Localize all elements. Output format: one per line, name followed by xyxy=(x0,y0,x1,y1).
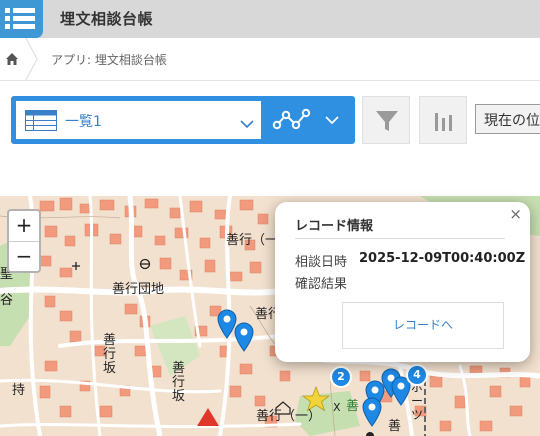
cluster-count: 2 xyxy=(337,370,345,383)
confirmation-result-label: 確認結果 xyxy=(295,277,348,292)
breadcrumb-app-link[interactable]: アプリ: 埋文相談台帳 xyxy=(51,51,167,68)
consultation-datetime-value: 2025-12-09T00:40:00Z xyxy=(359,251,526,266)
zoom-in-button[interactable]: + xyxy=(9,211,39,242)
app-title: 埋文相談台帳 xyxy=(60,10,154,28)
consultation-datetime-label: 相談日時 xyxy=(295,255,348,270)
map-label-zenko-danchi: 善行団地 xyxy=(112,282,165,297)
graph-view-menu[interactable] xyxy=(266,101,348,139)
popup-title: レコード情報 xyxy=(295,219,374,234)
view-switcher: 一覧1 xyxy=(11,96,355,144)
filter-button[interactable] xyxy=(362,96,410,144)
map-label-zenko-bottom: 善行（一） xyxy=(256,409,322,424)
close-icon[interactable]: × xyxy=(509,205,522,223)
map-cluster-marker-2[interactable]: 4 xyxy=(406,364,428,386)
go-to-record-button[interactable]: レコードへ xyxy=(342,302,504,349)
cluster-count: 4 xyxy=(413,368,421,381)
map-label-zenko-lower-right: 善 xyxy=(388,419,402,434)
map-label-zenko-zaka-b: 善行坂 xyxy=(172,361,186,404)
map-marker-pin-2[interactable] xyxy=(233,322,255,352)
view-select-dropdown[interactable]: 一覧1 xyxy=(16,101,261,139)
map-label-zenko-zaka-a: 善行坂 xyxy=(103,333,117,376)
app-list-icon[interactable] xyxy=(0,0,43,38)
zoom-control: + − xyxy=(7,209,41,273)
map-marker-pin-6[interactable] xyxy=(361,397,383,427)
selected-view-label: 一覧1 xyxy=(65,114,102,130)
home-icon[interactable] xyxy=(5,51,19,70)
record-info-popup: × レコード情報 相談日時 2025-12-09T00:40:00Z 確認結果 … xyxy=(275,202,530,362)
map-cluster-marker-1[interactable]: 2 xyxy=(330,366,352,388)
breadcrumb-separator xyxy=(24,37,40,84)
current-location-button[interactable]: 現在の位置 xyxy=(475,104,540,134)
view-toolbar: 一覧1 現在の位 xyxy=(0,81,540,196)
breadcrumb: アプリ: 埋文相談台帳 xyxy=(0,37,540,84)
map-label-x: X xyxy=(333,401,341,414)
map-label-tani: 谷 xyxy=(0,293,14,308)
list-view-icon xyxy=(25,110,57,135)
map-label-mochi: 持 xyxy=(12,383,26,398)
chevron-down-icon xyxy=(240,114,254,133)
title-bar: 埋文相談台帳 xyxy=(0,0,540,38)
map-label-zenko-green: 善 xyxy=(346,399,360,414)
zoom-out-button[interactable]: − xyxy=(9,242,39,272)
popup-divider xyxy=(295,238,505,239)
chart-button[interactable] xyxy=(419,96,467,144)
